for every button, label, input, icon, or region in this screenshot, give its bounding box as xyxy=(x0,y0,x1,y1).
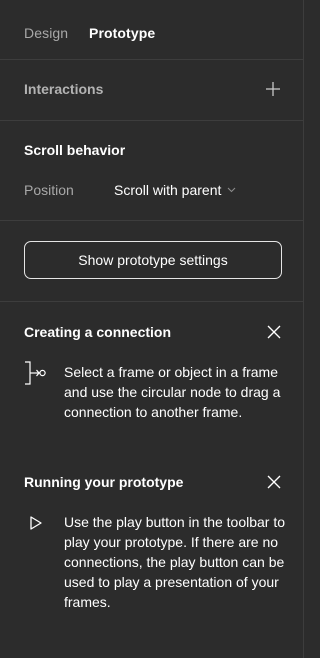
prototype-panel: Design Prototype Interactions Scroll beh… xyxy=(0,0,304,658)
tip-close-button[interactable] xyxy=(265,323,283,341)
divider xyxy=(0,120,303,121)
tab-prototype[interactable]: Prototype xyxy=(89,24,155,42)
position-value: Scroll with parent xyxy=(114,182,222,198)
chevron-down-icon xyxy=(228,187,236,193)
tip-title: Creating a connection xyxy=(24,324,172,340)
tip-text: Select a frame or object in a frame and … xyxy=(64,364,281,420)
position-label: Position xyxy=(24,182,74,198)
show-prototype-settings-button[interactable]: Show prototype settings xyxy=(24,241,282,279)
divider xyxy=(0,59,303,60)
connection-node-icon xyxy=(24,361,48,385)
tip-title: Running your prototype xyxy=(24,474,184,490)
close-icon xyxy=(267,325,281,339)
play-icon xyxy=(24,512,48,536)
close-icon xyxy=(267,475,281,489)
tab-design[interactable]: Design xyxy=(24,24,68,42)
divider xyxy=(0,220,303,221)
add-interaction-button[interactable] xyxy=(262,78,284,100)
position-dropdown[interactable]: Scroll with parent xyxy=(114,181,236,199)
scroll-behavior-title: Scroll behavior xyxy=(24,142,126,158)
interactions-title: Interactions xyxy=(24,81,104,97)
tip-close-button[interactable] xyxy=(265,473,283,491)
plus-icon xyxy=(266,82,280,96)
settings-button-label: Show prototype settings xyxy=(78,252,228,268)
divider xyxy=(0,301,303,302)
tip-text: Use the play button in the toolbar to pl… xyxy=(64,514,286,610)
